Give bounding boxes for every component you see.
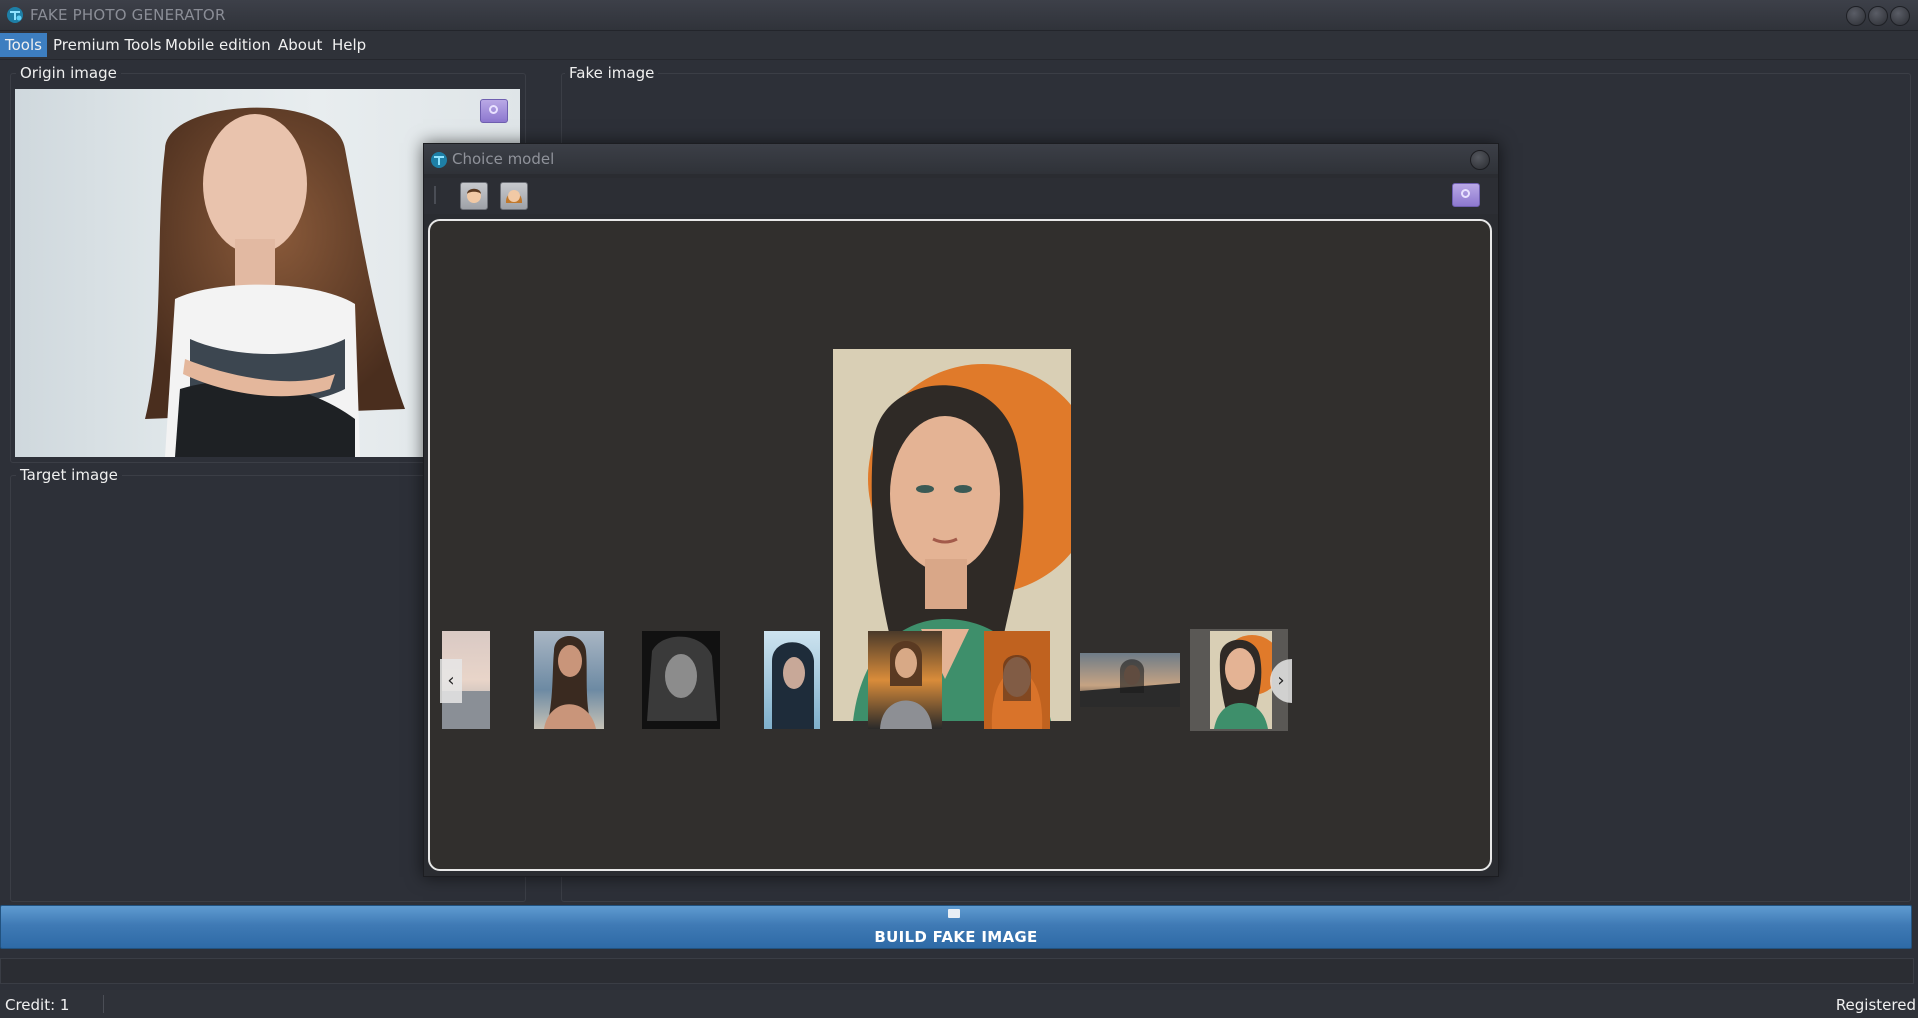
chevron-left-icon[interactable]: ‹ — [440, 659, 462, 703]
choice-model-dialog: Choice model ‹ › — [423, 143, 1499, 877]
model-thumbnail-selected[interactable] — [1210, 631, 1272, 729]
origin-image-label: Origin image — [16, 64, 121, 82]
status-separator — [103, 995, 104, 1013]
progress-bar — [0, 958, 1914, 984]
app-logo-icon — [7, 7, 23, 23]
model-preview-area: ‹ › — [428, 219, 1492, 871]
model-thumbnail[interactable] — [764, 631, 820, 729]
dialog-title: Choice model — [452, 150, 555, 168]
menu-about[interactable]: About — [273, 33, 327, 57]
menu-premium-tools[interactable]: Premium Tools — [48, 33, 166, 57]
menu-mobile-edition[interactable]: Mobile edition — [160, 33, 276, 57]
toolbar-separator — [434, 186, 436, 204]
model-thumbnail[interactable] — [642, 631, 720, 729]
origin-camera-button[interactable] — [480, 99, 508, 123]
model-thumbnail[interactable] — [868, 631, 942, 729]
registration-status: Registered — [1835, 996, 1916, 1014]
credit-status: Credit: 1 — [5, 996, 70, 1014]
menu-tools[interactable]: Tools — [0, 33, 47, 57]
target-image-label: Target image — [16, 466, 122, 484]
dialog-camera-button[interactable] — [1452, 183, 1480, 207]
man-face-icon[interactable] — [460, 182, 488, 210]
dialog-toolbar — [424, 178, 1498, 214]
app-title: FAKE PHOTO GENERATOR — [30, 6, 226, 24]
model-thumbnail[interactable] — [984, 631, 1050, 729]
build-fake-image-label: BUILD FAKE IMAGE — [874, 928, 1038, 946]
dialog-title-bar: Choice model — [424, 144, 1498, 174]
minimize-button[interactable] — [1846, 6, 1866, 26]
status-bar: Credit: 1 Registered — [0, 990, 1918, 1018]
close-button[interactable] — [1890, 6, 1910, 26]
menu-bar: Tools Premium Tools Mobile edition About… — [0, 31, 1918, 60]
maximize-button[interactable] — [1868, 6, 1888, 26]
menu-help[interactable]: Help — [327, 33, 371, 57]
woman-face-icon[interactable] — [500, 182, 528, 210]
model-thumbnail[interactable] — [534, 631, 604, 729]
title-bar: FAKE PHOTO GENERATOR — [0, 0, 1918, 31]
dialog-logo-icon — [431, 152, 447, 168]
image-icon — [948, 909, 960, 918]
fake-image-label: Fake image — [565, 64, 659, 82]
build-fake-image-button[interactable]: BUILD FAKE IMAGE — [0, 905, 1912, 949]
dialog-close-button[interactable] — [1470, 150, 1490, 170]
model-thumbnail[interactable] — [1080, 653, 1180, 707]
